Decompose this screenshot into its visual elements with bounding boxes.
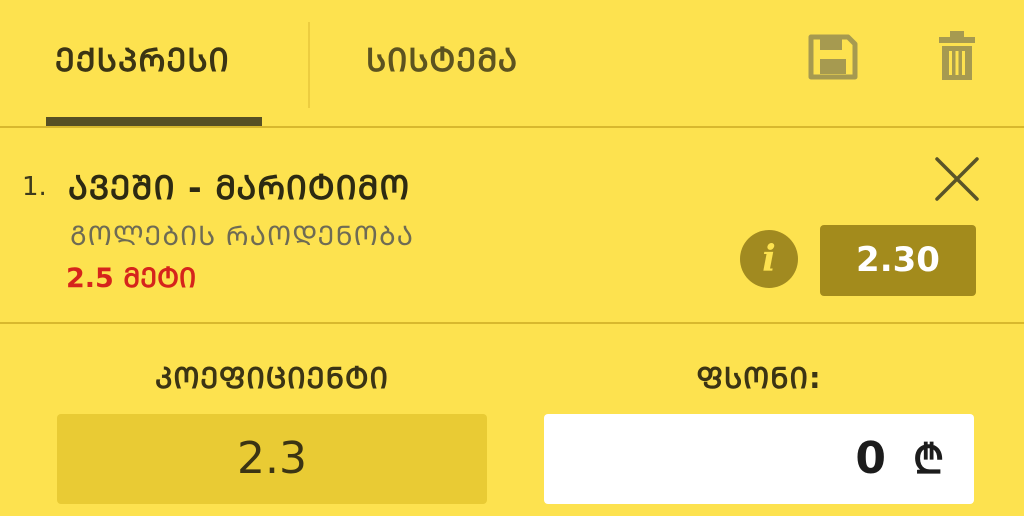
bet-type-tabs: ᲔᲥᲡᲞᲠᲔᲡᲘ ᲡᲘᲡᲢᲔᲛᲐ [0,0,1024,128]
close-icon[interactable] [934,156,980,202]
currency-symbol: ₾ [913,437,944,483]
save-icon[interactable] [808,34,858,80]
stake-amount: 0 [855,433,886,484]
odds-button[interactable]: 2.30 [820,225,976,296]
tab-divider [308,22,310,108]
stake-input[interactable]: 0 ₾ [544,414,974,504]
coefficient-value: 2.3 [57,414,487,504]
bet-slip-item: 1. ᲐᲕᲔᲨᲘ - ᲛᲐᲠᲘᲢᲘᲛᲝ ᲒᲝᲚᲔᲑᲘᲡ ᲠᲐᲝᲓᲔᲜᲝᲑᲐ 2.… [0,128,1024,324]
active-tab-indicator [46,117,262,126]
tab-system[interactable]: ᲡᲘᲡᲢᲔᲛᲐ [366,38,518,82]
stake-label: ᲤᲡᲝᲜᲘ: [696,361,822,395]
trash-icon[interactable] [938,30,976,82]
selection-name: 2.5 ᲛᲔᲢᲘ [66,263,197,294]
coefficient-label: ᲙᲝᲔᲤᲘᲪᲘᲔᲜᲢᲘ [155,361,389,395]
bet-index: 1. [22,172,47,202]
info-icon[interactable]: i [740,230,798,288]
match-title: ᲐᲕᲔᲨᲘ - ᲛᲐᲠᲘᲢᲘᲛᲝ [68,168,411,207]
market-name: ᲒᲝᲚᲔᲑᲘᲡ ᲠᲐᲝᲓᲔᲜᲝᲑᲐ [70,221,415,252]
tab-express[interactable]: ᲔᲥᲡᲞᲠᲔᲡᲘ [55,38,230,82]
info-glyph: i [762,238,776,280]
